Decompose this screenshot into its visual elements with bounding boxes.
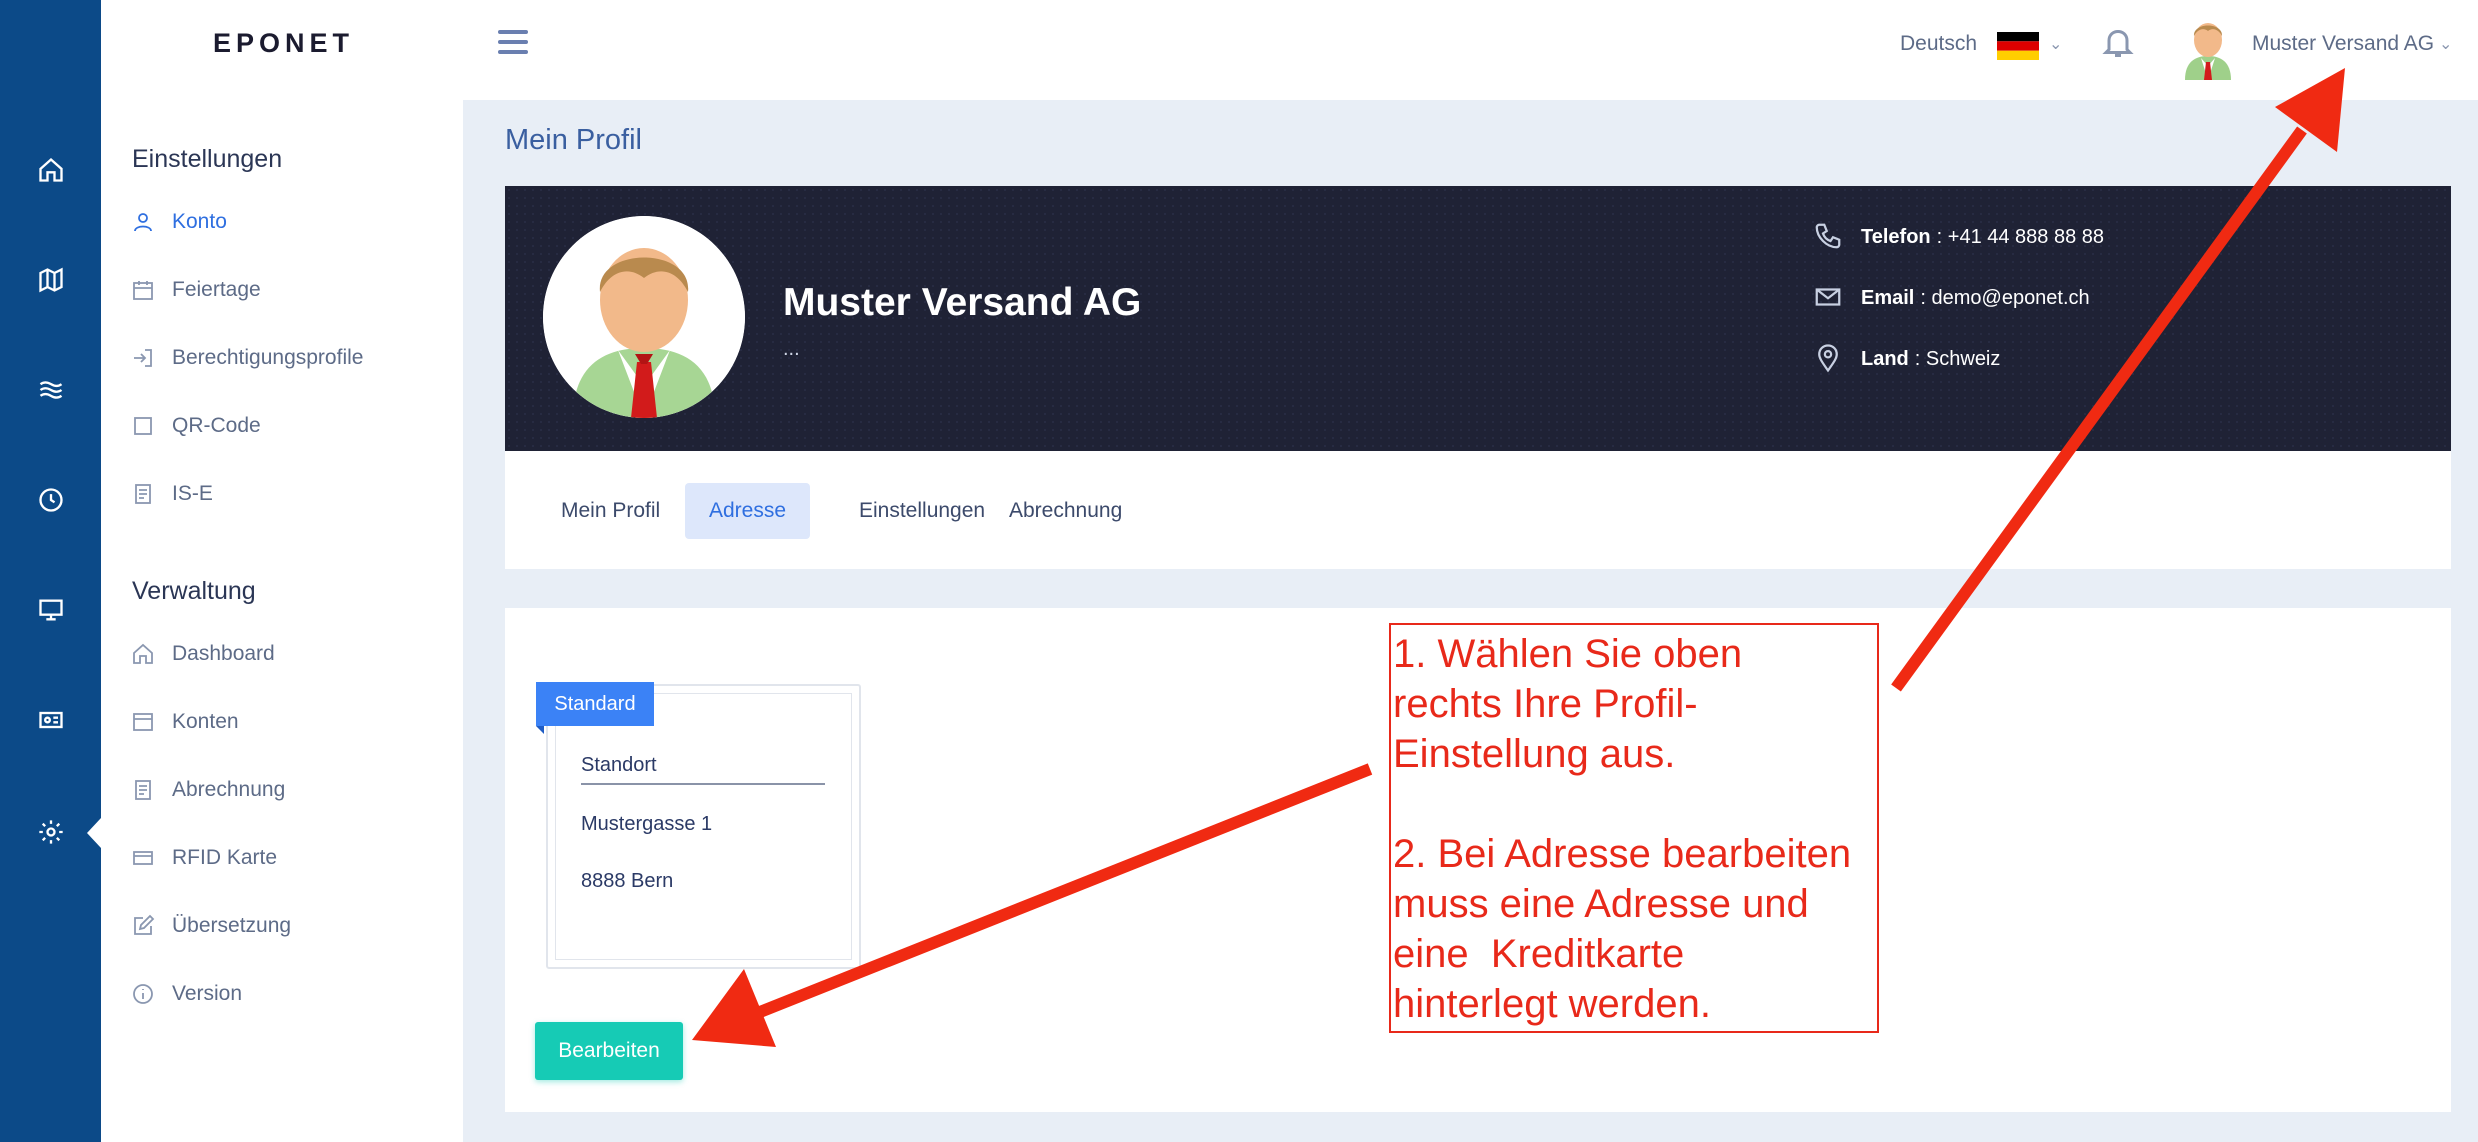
phone-value: +41 44 888 88 88 [1947, 225, 2105, 248]
login-icon [130, 345, 156, 371]
sidebar-item-label: IS-E [172, 482, 213, 505]
id-card-icon[interactable] [35, 704, 67, 736]
badge-fold [536, 726, 544, 734]
document-icon [130, 481, 156, 507]
contact-separator: : [1920, 286, 1932, 309]
app-logo[interactable]: EPONET [213, 28, 354, 59]
home-icon [130, 641, 156, 667]
contact-separator: : [1936, 225, 1948, 248]
profile-avatar [543, 216, 745, 418]
instruction-annotation: 1. Wählen Sie oben rechts Ihre Profil- E… [1389, 623, 1879, 1033]
waves-icon[interactable] [35, 374, 67, 406]
sidebar-item-konto[interactable]: Konto [130, 205, 227, 239]
edit-button[interactable]: Bearbeiten [535, 1022, 683, 1080]
credit-card-icon [130, 845, 156, 871]
window-icon [130, 709, 156, 735]
sidebar-item-dashboard[interactable]: Dashboard [130, 637, 275, 671]
top-bar: Deutsch ⌄ Muster Versand AG ⌄ [463, 0, 2478, 100]
tab-abrechnung[interactable]: Abrechnung [985, 483, 1146, 539]
sidebar-item-feiertage[interactable]: Feiertage [130, 273, 261, 307]
sidebar-item-qr-code[interactable]: QR-Code [130, 409, 261, 443]
icon-rail [0, 0, 101, 1142]
sidebar-item-berechtigungsprofile[interactable]: Berechtigungsprofile [130, 341, 363, 375]
calendar-icon [130, 277, 156, 303]
annotation-step-2: 2. Bei Adresse bearbeiten muss eine Adre… [1393, 832, 1852, 1026]
user-menu[interactable]: Muster Versand AG [2252, 32, 2434, 56]
chevron-down-icon[interactable]: ⌄ [2439, 34, 2452, 54]
gear-icon[interactable] [35, 816, 67, 848]
tab-mein-profil[interactable]: Mein Profil [537, 483, 684, 539]
sidebar-item-abrechnung[interactable]: Abrechnung [130, 773, 285, 807]
country-value: Schweiz [1925, 347, 2001, 370]
sidebar-item-is-e[interactable]: IS-E [130, 477, 213, 511]
sidebar-item-label: QR-Code [172, 414, 261, 437]
profile-banner: Muster Versand AG ... Telefon : +41 44 8… [505, 186, 2451, 451]
section-title-einstellungen: Einstellungen [132, 145, 283, 173]
germany-flag-icon[interactable] [1997, 32, 2039, 60]
chevron-down-icon[interactable]: ⌄ [2049, 34, 2062, 54]
address-street: Mustergasse 1 [581, 813, 713, 835]
contact-separator: : [1914, 347, 1926, 370]
user-icon [130, 209, 156, 235]
sidebar-item-label: Dashboard [172, 642, 275, 665]
tab-einstellungen[interactable]: Einstellungen [835, 483, 1009, 539]
annotation-step-1: 1. Wählen Sie oben rechts Ihre Profil- E… [1393, 632, 1743, 776]
sidebar-item-version[interactable]: Version [130, 977, 242, 1011]
document-icon [130, 777, 156, 803]
sidebar-item-label: RFID Karte [172, 846, 278, 869]
address-city: 8888 Bern [581, 870, 674, 892]
sidebar-item-label: Übersetzung [172, 914, 292, 937]
email-value: demo@eponet.ch [1931, 286, 2090, 309]
language-selector[interactable]: Deutsch [1900, 32, 1977, 56]
contact-label: Email [1861, 286, 1915, 309]
edit-icon [130, 913, 156, 939]
tab-adresse[interactable]: Adresse [685, 483, 811, 539]
map-icon[interactable] [35, 264, 67, 296]
clock-icon[interactable] [35, 484, 67, 516]
sidebar-item-uebersetzung[interactable]: Übersetzung [130, 909, 291, 943]
standard-badge: Standard [536, 682, 654, 726]
contact-label: Land [1861, 347, 1909, 370]
monitor-icon[interactable] [35, 594, 67, 626]
active-indicator [87, 818, 101, 848]
sidebar-item-label: Feiertage [172, 278, 261, 301]
phone-icon [1813, 221, 1845, 253]
avatar[interactable] [2179, 14, 2237, 80]
location-pin-icon [1813, 343, 1845, 375]
sidebar-item-label: Berechtigungsprofile [172, 346, 364, 369]
profile-name: Muster Versand AG [783, 281, 1142, 324]
address-divider [581, 783, 825, 785]
sidebar-item-konten[interactable]: Konten [130, 705, 239, 739]
profile-subtitle: ... [783, 338, 800, 360]
address-title: Standort [581, 754, 657, 776]
home-icon[interactable] [35, 154, 67, 186]
info-icon [130, 981, 156, 1007]
menu-toggle-icon[interactable] [498, 30, 528, 56]
sidebar-item-label: Abrechnung [172, 778, 286, 801]
sidebar-item-label: Version [172, 982, 243, 1005]
sidebar-item-label: Konto [172, 210, 227, 233]
contact-country: Land : Schweiz [1813, 343, 2000, 375]
contact-email: Email : demo@eponet.ch [1813, 282, 2090, 314]
contact-label: Telefon [1861, 225, 1931, 248]
profile-tabs: Mein Profil Adresse Einstellungen Abrech… [505, 451, 2451, 569]
sidebar-item-label: Konten [172, 710, 239, 733]
contact-phone: Telefon : +41 44 888 88 88 [1813, 221, 2104, 253]
page-title: Mein Profil [505, 124, 642, 156]
sidebar-item-rfid-karte[interactable]: RFID Karte [130, 841, 277, 875]
mail-icon [1813, 282, 1845, 314]
square-icon [130, 413, 156, 439]
section-title-verwaltung: Verwaltung [132, 577, 256, 605]
bell-icon[interactable] [2100, 24, 2140, 64]
